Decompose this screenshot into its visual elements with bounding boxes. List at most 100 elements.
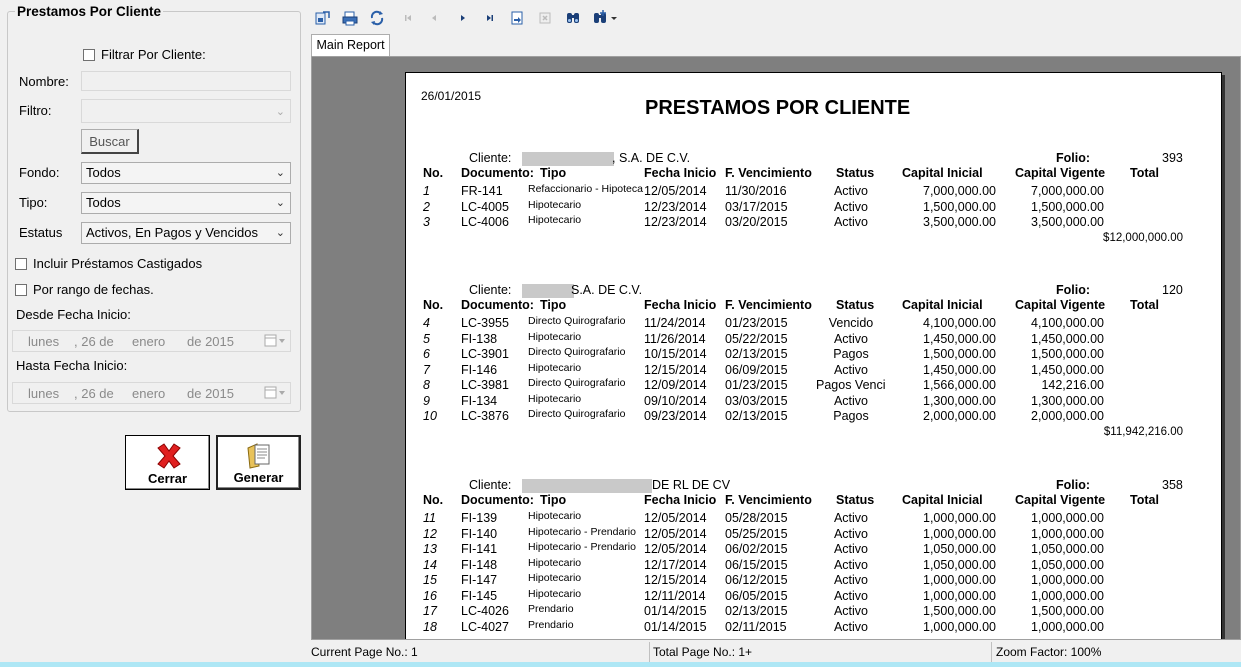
- row-initial-capital: 1,000,000.00: [923, 573, 996, 587]
- row-status: Activo: [833, 619, 869, 634]
- client-label: Cliente:: [469, 478, 512, 492]
- search-icon[interactable]: [565, 10, 581, 26]
- previous-page-icon[interactable]: [426, 10, 442, 26]
- row-document: LC-4006: [461, 215, 509, 229]
- column-header-status: Status: [836, 493, 875, 507]
- fund-select-value: Todos: [86, 165, 121, 180]
- from-date-label: Desde Fecha Inicio:: [16, 307, 131, 322]
- row-current-capital: 1,000,000.00: [1031, 588, 1104, 603]
- refresh-icon[interactable]: [369, 10, 385, 26]
- row-current-capital: 2,000,000.00: [1031, 409, 1104, 423]
- row-status: Activo: [833, 362, 869, 377]
- search-button[interactable]: Buscar: [81, 129, 139, 154]
- export-icon[interactable]: [314, 10, 330, 26]
- report-title: PRESTAMOS POR CLIENTE: [645, 97, 911, 119]
- tab-main-report[interactable]: Main Report: [311, 34, 390, 56]
- date-range-checkbox[interactable]: [15, 284, 27, 296]
- row-type: Prendario: [528, 603, 574, 615]
- row-current-capital: 1,000,000.00: [1031, 573, 1104, 587]
- row-initial-capital: 3,500,000.00: [923, 215, 996, 229]
- row-document: FR-141: [461, 184, 503, 198]
- status-label: Estatus: [19, 225, 63, 240]
- row-due-date: 03/17/2015: [725, 199, 788, 214]
- name-input[interactable]: [81, 71, 291, 91]
- row-type: Directo Quirografario: [528, 377, 626, 389]
- row-status: Activo: [833, 331, 869, 346]
- generate-button-label: Generar: [233, 470, 284, 485]
- row-current-capital: 3,500,000.00: [1031, 215, 1104, 229]
- row-document: FI-141: [461, 542, 498, 556]
- row-number: 1: [423, 184, 430, 198]
- goto-page-icon[interactable]: [509, 10, 525, 26]
- calendar-icon[interactable]: [264, 386, 286, 403]
- type-select-value: Todos: [86, 195, 121, 210]
- filter-label: Filtro:: [19, 103, 52, 118]
- row-type: Hipotecario: [528, 510, 582, 522]
- row-initial-capital: 1,450,000.00: [923, 362, 996, 377]
- filter-by-client-checkbox[interactable]: [83, 49, 95, 61]
- row-due-date: 11/30/2016: [725, 184, 787, 198]
- row-initial-capital: 1,300,000.00: [923, 393, 996, 408]
- row-type: Hipotecario - Prendario: [528, 541, 636, 553]
- row-due-date: 05/22/2015: [725, 331, 788, 346]
- row-initial-capital: 1,450,000.00: [923, 331, 996, 346]
- row-status: Pagos: [833, 347, 869, 361]
- report-viewer[interactable]: 26/01/2015 PRESTAMOS POR CLIENTE Cliente…: [311, 56, 1241, 640]
- chevron-down-icon: ⌄: [275, 167, 285, 179]
- row-type: Hipotecario: [528, 361, 582, 374]
- from-date-month: enero: [132, 334, 166, 349]
- report-toolbar: [310, 6, 1241, 32]
- row-start-date: 12/15/2014: [644, 362, 707, 377]
- row-document: FI-145: [461, 588, 498, 603]
- row-status: Activo: [833, 588, 869, 603]
- filter-select[interactable]: ⌄: [81, 99, 291, 123]
- type-select[interactable]: Todos ⌄: [81, 192, 291, 214]
- column-header-total: Total: [1130, 493, 1159, 507]
- include-written-off-checkbox[interactable]: [15, 258, 27, 270]
- row-number: 2: [423, 199, 430, 214]
- row-document: LC-3901: [461, 347, 509, 361]
- last-page-icon[interactable]: [482, 10, 498, 26]
- row-status: Activo: [833, 184, 869, 198]
- column-header-doc: Documento:: [461, 166, 534, 180]
- to-date-picker[interactable]: lunes , 26 de enero de 2015: [12, 382, 291, 404]
- row-due-date: 06/15/2015: [725, 557, 788, 572]
- column-header-cap_vig: Capital Vigente: [1015, 298, 1106, 312]
- generate-button[interactable]: Generar: [216, 435, 301, 490]
- row-initial-capital: 1,000,000.00: [923, 526, 996, 541]
- row-current-capital: 1,450,000.00: [1031, 331, 1104, 346]
- row-status: Pagos Vencic: [816, 378, 886, 392]
- from-date-dayname: lunes: [28, 334, 60, 349]
- row-current-capital: 1,500,000.00: [1031, 347, 1104, 361]
- close-button[interactable]: Cerrar: [125, 435, 210, 490]
- row-type: Hipotecario: [528, 572, 582, 584]
- row-status: Activo: [833, 526, 869, 541]
- row-number: 7: [423, 362, 430, 377]
- stop-icon[interactable]: [537, 10, 553, 26]
- print-icon[interactable]: [342, 10, 358, 26]
- row-status: Activo: [833, 573, 869, 587]
- zoom-icon[interactable]: [592, 10, 620, 26]
- from-date-picker[interactable]: lunes , 26 de enero de 2015: [12, 330, 291, 352]
- row-initial-capital: 1,050,000.00: [923, 557, 996, 572]
- row-number: 16: [423, 588, 437, 603]
- row-start-date: 01/14/2015: [644, 604, 707, 618]
- row-number: 13: [423, 542, 437, 556]
- first-page-icon[interactable]: [400, 10, 416, 26]
- close-button-label: Cerrar: [147, 471, 188, 486]
- row-start-date: 11/26/2014: [644, 331, 706, 346]
- fund-select[interactable]: Todos ⌄: [81, 162, 291, 184]
- calendar-icon[interactable]: [264, 334, 286, 351]
- row-status: Activo: [833, 393, 869, 408]
- row-due-date: 06/12/2015: [725, 573, 788, 587]
- row-document: LC-4026: [461, 604, 509, 618]
- status-select[interactable]: Activos, En Pagos y Vencidos ⌄: [81, 222, 291, 244]
- column-header-tipo: Tipo: [540, 166, 567, 180]
- row-current-capital: 1,450,000.00: [1031, 362, 1104, 377]
- column-header-no: No.: [423, 493, 444, 507]
- next-page-icon[interactable]: [455, 10, 471, 26]
- row-initial-capital: 1,500,000.00: [923, 199, 996, 214]
- row-type: Refaccionario - Hipoteca: [528, 183, 643, 195]
- row-current-capital: 1,000,000.00: [1031, 619, 1104, 634]
- row-start-date: 12/15/2014: [644, 573, 707, 587]
